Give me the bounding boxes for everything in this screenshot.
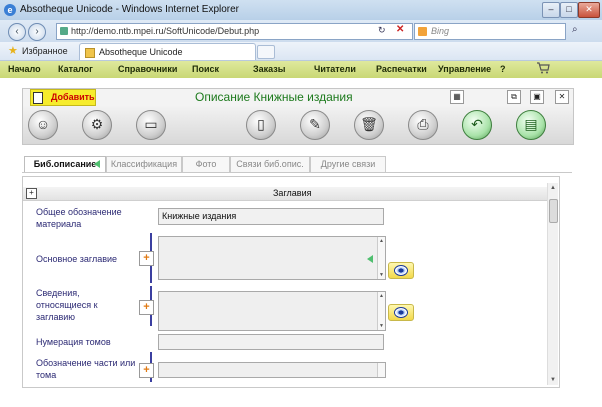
search-box[interactable]: Bing [414,23,566,40]
bing-icon [418,27,427,36]
settings-icon[interactable]: ⚙ [82,110,112,140]
tab-photo[interactable]: Фото [182,156,230,173]
main-title-label: Основное заглавие [36,254,118,264]
title-info-textarea[interactable]: ▲ ▼ [158,291,386,331]
address-toolbar: ‹ › http://demo.ntb.mpei.ru/SoftUnicode/… [0,20,602,42]
address-bar[interactable]: http://demo.ntb.mpei.ru/SoftUnicode/Debu… [56,23,413,40]
material-value: Книжные издания [162,211,237,221]
ie-logo-icon: e [4,4,16,16]
material-label: Общее обозначение материала [36,207,122,229]
window-title-bar: e Absotheque Unicode - Windows Internet … [0,0,602,21]
delete-icon[interactable]: 🗑 [354,110,384,140]
forward-arrow-icon[interactable]: › [28,23,46,41]
print-icon[interactable]: ⎙ [408,110,438,140]
section-header: + Заглавия [23,187,547,201]
section-title: Заглавия [273,188,312,198]
undo-icon[interactable]: ↶ [462,110,492,140]
add-button-label: Добавить [51,92,95,102]
menu-item-readers[interactable]: Читатели [314,64,356,74]
form-title: Описание Книжные издания [195,90,353,104]
search-icon[interactable]: ⌕ [572,24,578,35]
cart-icon[interactable] [536,62,550,74]
tab-other-links[interactable]: Другие связи [310,156,386,173]
add-part-button[interactable]: + [139,363,154,378]
textarea-scrollbar[interactable]: ▲ ▼ [377,237,385,279]
volume-number-field[interactable] [158,334,384,350]
copy-record-icon[interactable]: ▣ [530,90,544,104]
add-title-info-button[interactable]: + [139,300,154,315]
menu-item-home[interactable]: Начало [8,64,41,74]
edit-icon[interactable]: ✎ [300,110,330,140]
scroll-up-icon[interactable]: ▲ [550,185,556,191]
eye-icon [394,265,408,276]
tab-bib-links[interactable]: Связи биб.опис. [230,156,310,173]
browser-tab[interactable]: Absotheque Unicode [79,43,256,60]
users-icon[interactable]: ☺ [28,110,58,140]
new-document-icon [33,92,43,104]
scroll-down-icon[interactable]: ▼ [550,377,556,383]
favorites-star-icon[interactable]: ★ [8,44,18,57]
favorites-bar: ★ Избранное Absotheque Unicode [0,42,602,61]
back-arrow-icon[interactable]: ‹ [8,23,26,41]
save-icon[interactable]: ▤ [516,110,546,140]
view-main-title-button[interactable] [388,262,414,279]
scrollbar-thumb[interactable] [549,199,558,223]
green-pointer-icon [367,255,373,263]
new-record-icon[interactable]: ▯ [246,110,276,140]
part-label: Обозначение части или тома [36,358,136,380]
textarea-scrollbar[interactable]: ▲ ▼ [377,292,385,330]
expand-icon[interactable]: + [26,188,37,199]
eye-icon [394,307,408,318]
app-menu-bar: Начало Каталог Справочники Поиск Заказы … [0,61,602,79]
new-tab-button[interactable] [257,45,275,59]
tab-divider [22,172,572,173]
panel-scrollbar[interactable]: ▲ ▼ [547,183,558,385]
active-tab-marker-icon [94,160,100,168]
tab-label: Absotheque Unicode [99,47,183,57]
tab-classification[interactable]: Классификация [106,156,182,173]
search-placeholder: Bing [431,26,450,36]
material-field[interactable]: Книжные издания [158,208,384,225]
volume-number-label: Нумерация томов [36,337,111,347]
page-icon [60,27,68,35]
tab-bib-description-label: Биб.описание [33,159,97,169]
textarea-scrollbar[interactable] [377,363,385,377]
monitor-icon[interactable]: ▭ [136,110,166,140]
maximize-button[interactable]: □ [560,2,578,18]
close-window-button[interactable]: ✕ [578,2,600,18]
add-main-title-button[interactable]: + [139,251,154,266]
menu-item-printouts[interactable]: Распечатки [376,64,427,74]
stop-icon[interactable]: ✕ [396,24,404,35]
menu-item-catalog[interactable]: Каталог [58,64,93,74]
add-button[interactable]: Добавить [30,89,96,106]
close-form-icon[interactable]: ✕ [555,90,569,104]
url-text: http://demo.ntb.mpei.ru/SoftUnicode/Debu… [71,26,260,36]
calculator-icon[interactable]: ▦ [450,90,464,104]
favorites-label[interactable]: Избранное [22,46,68,56]
menu-item-orders[interactable]: Заказы [253,64,285,74]
title-info-label: Сведения, относящиеся к заглавию [36,288,98,322]
menu-item-directories[interactable]: Справочники [118,64,177,74]
menu-item-help[interactable]: ? [500,64,506,74]
minimize-button[interactable]: – [542,2,560,18]
part-field[interactable] [158,362,386,378]
refresh-icon[interactable]: ↻ [378,25,386,36]
view-title-info-button[interactable] [388,304,414,321]
main-title-textarea[interactable]: ▲ ▼ [158,236,386,280]
window-title: Absotheque Unicode - Windows Internet Ex… [20,4,240,15]
menu-item-management[interactable]: Управление [438,64,491,74]
tab-page-icon [85,48,95,58]
copy-icon[interactable]: ⧉ [507,90,521,104]
menu-item-search[interactable]: Поиск [192,64,219,74]
